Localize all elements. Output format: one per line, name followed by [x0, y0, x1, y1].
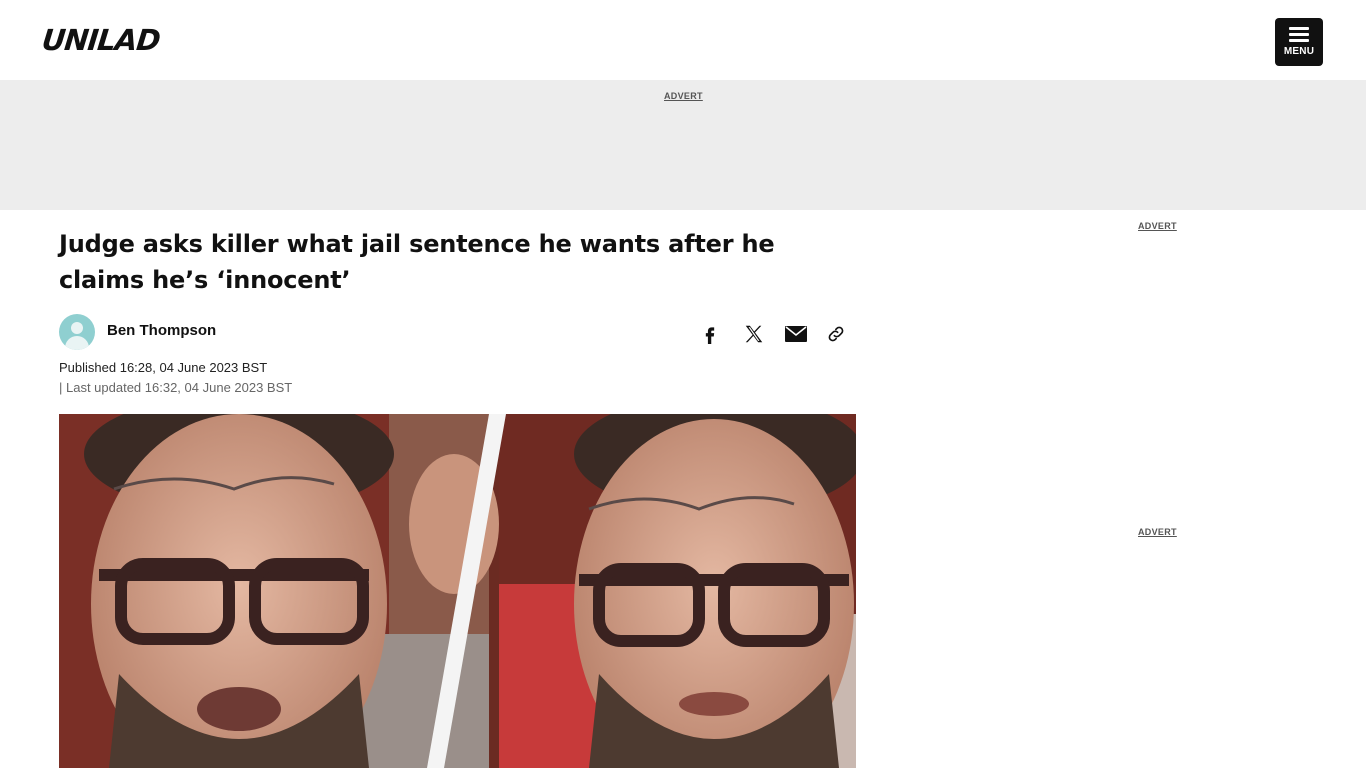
unilad-logo[interactable]: UNILAD: [40, 23, 161, 57]
author-avatar[interactable]: [59, 314, 95, 350]
site-header: UNILAD MENU: [0, 0, 1366, 80]
hamburger-icon: [1289, 27, 1309, 45]
top-ad-slot: ADVERT: [0, 80, 1366, 210]
menu-label: MENU: [1283, 46, 1315, 57]
article-headline: Judge asks killer what jail sentence he …: [59, 230, 775, 294]
article-hero-image[interactable]: [59, 414, 856, 768]
advert-label[interactable]: ADVERT: [664, 91, 703, 101]
email-icon[interactable]: [784, 322, 808, 346]
sidebar-advert-label[interactable]: ADVERT: [1138, 527, 1177, 537]
x-icon[interactable]: [742, 322, 766, 346]
menu-button[interactable]: MENU: [1275, 18, 1323, 66]
link-icon[interactable]: [824, 322, 848, 346]
published-date: Published 16:28, 04 June 2023 BST: [59, 360, 268, 375]
author-name[interactable]: Ben Thompson: [107, 322, 216, 339]
hero-photo-illustration: [59, 414, 856, 768]
facebook-icon[interactable]: [698, 322, 722, 346]
updated-date: | Last updated 16:32, 04 June 2023 BST: [59, 380, 293, 395]
sidebar-advert-label[interactable]: ADVERT: [1138, 221, 1177, 231]
